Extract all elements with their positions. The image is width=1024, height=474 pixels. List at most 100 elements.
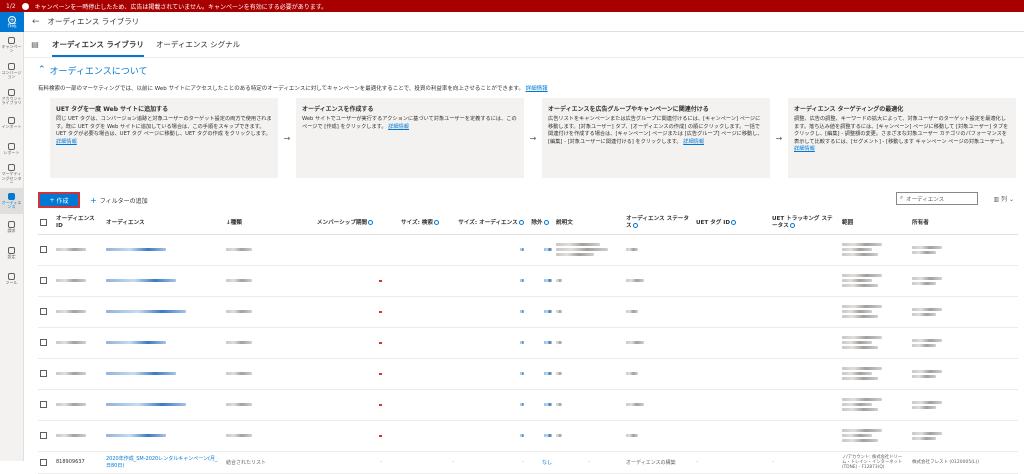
redacted-text bbox=[556, 433, 562, 437]
redacted-text bbox=[912, 245, 942, 249]
redacted-text bbox=[56, 247, 86, 251]
col-exclusion[interactable]: 除外 bbox=[526, 212, 554, 235]
rail-item-marketing[interactable]: マーケティングセンター bbox=[0, 162, 23, 188]
tools-icon bbox=[8, 272, 15, 280]
col-size-audience[interactable]: サイズ: オーディエンス bbox=[456, 212, 526, 235]
col-audience[interactable]: オーディエンス bbox=[104, 212, 224, 235]
redacted-text bbox=[626, 371, 638, 375]
redacted-text bbox=[106, 340, 166, 344]
conversion-icon bbox=[8, 62, 15, 70]
row-checkbox[interactable] bbox=[40, 370, 47, 377]
col-type[interactable]: ↓種類 bbox=[224, 212, 306, 235]
help-icon[interactable] bbox=[789, 222, 795, 228]
about-more-link[interactable]: 詳細情報 bbox=[526, 86, 548, 92]
redacted-text bbox=[226, 309, 252, 313]
table-row[interactable]: 818909637 2020年作成_SM-2020レンタルキャンペーン(月_日8… bbox=[38, 451, 1018, 474]
redacted-text bbox=[226, 371, 252, 375]
col-status[interactable]: オーディエンス ステータス bbox=[624, 212, 694, 235]
rail-item-campaign[interactable]: キャンペーン bbox=[0, 32, 23, 58]
search-input[interactable]: オーディエンス bbox=[906, 195, 944, 203]
table-row[interactable] bbox=[38, 327, 1018, 359]
redacted-text bbox=[520, 309, 524, 313]
redacted-text bbox=[626, 278, 644, 282]
rail-item-report[interactable]: レポート bbox=[0, 136, 23, 162]
arrow-right-icon: → bbox=[775, 133, 783, 143]
row-checkbox[interactable] bbox=[40, 277, 47, 284]
row-checkbox[interactable] bbox=[40, 458, 47, 466]
arrow-right-icon: → bbox=[283, 133, 291, 143]
table-row[interactable] bbox=[38, 265, 1018, 297]
help-icon[interactable] bbox=[632, 222, 638, 228]
col-audience-id[interactable]: オーディエンス ID bbox=[54, 212, 104, 235]
plus-icon: + bbox=[8, 15, 16, 24]
redacted-text bbox=[106, 402, 186, 406]
rail-item-settings[interactable]: 設定 bbox=[0, 240, 23, 266]
redacted-text bbox=[56, 340, 86, 344]
columns-button[interactable]: ▥ 列 ⌄ bbox=[993, 194, 1014, 203]
redacted-text bbox=[626, 340, 644, 344]
create-button[interactable]: + 作成 bbox=[38, 192, 80, 208]
redacted-text bbox=[520, 247, 524, 251]
row-checkbox[interactable] bbox=[40, 432, 47, 439]
cell-exclusion[interactable]: なし bbox=[526, 451, 554, 474]
cell-size-audience: - bbox=[456, 451, 526, 474]
left-rail: + 作成 キャンペーン コンバージョン アカウントライブラリ インポート レポー… bbox=[0, 12, 24, 461]
table-row[interactable] bbox=[38, 389, 1018, 421]
redacted-text bbox=[520, 371, 524, 375]
redacted-text bbox=[544, 433, 552, 437]
rail-item-audience[interactable]: オーディエンス bbox=[0, 188, 23, 214]
rail-item-billing[interactable]: 請求 bbox=[0, 214, 23, 240]
card-more-link[interactable]: 詳細情報 bbox=[683, 139, 704, 145]
search-box[interactable]: ⌕ オーディエンス bbox=[896, 192, 978, 205]
cell-name[interactable]: 2020年作成_SM-2020レンタルキャンペーン(月_日80日) bbox=[104, 451, 224, 474]
redacted-text bbox=[556, 243, 600, 246]
about-toggle[interactable]: ⌃ オーディエンスについて bbox=[38, 62, 1018, 78]
redacted-text bbox=[556, 309, 562, 313]
col-size-search[interactable]: サイズ: 検索 bbox=[384, 212, 456, 235]
panel-toggle-icon[interactable]: ▤ bbox=[24, 31, 46, 57]
rail-item-conversion[interactable]: コンバージョン bbox=[0, 58, 23, 84]
rail-create-button[interactable]: + 作成 bbox=[0, 12, 24, 32]
select-all-checkbox[interactable] bbox=[40, 219, 47, 226]
help-icon[interactable] bbox=[434, 219, 439, 225]
rail-item-import[interactable]: インポート bbox=[0, 110, 23, 136]
rail-item-library[interactable]: アカウントライブラリ bbox=[0, 84, 23, 110]
col-scope[interactable]: 範囲 bbox=[840, 212, 910, 235]
table-header: オーディエンス ID オーディエンス ↓種類 メンバーシップ期間 サイズ: 検索… bbox=[38, 212, 1018, 235]
table-row[interactable] bbox=[38, 420, 1018, 452]
redacted-text bbox=[226, 278, 252, 282]
help-icon[interactable] bbox=[518, 219, 524, 225]
col-owner[interactable]: 所有者 bbox=[910, 212, 1018, 235]
row-checkbox[interactable] bbox=[40, 339, 47, 346]
back-arrow-icon[interactable]: ← bbox=[32, 17, 40, 27]
cell-membership: - bbox=[306, 451, 384, 474]
card-more-link[interactable]: 詳細情報 bbox=[56, 139, 77, 145]
alert-counter[interactable]: 1/2 bbox=[6, 3, 16, 10]
table-row[interactable] bbox=[38, 234, 1018, 266]
table-row[interactable] bbox=[38, 358, 1018, 390]
plus-icon: + bbox=[49, 196, 55, 204]
help-icon[interactable] bbox=[731, 219, 736, 225]
col-membership[interactable]: メンバーシップ期間 bbox=[306, 212, 384, 235]
redacted-text bbox=[912, 436, 936, 440]
tab-audience-library[interactable]: オーディエンス ライブラリ bbox=[46, 39, 150, 57]
add-filter-button[interactable]: + フィルターの追加 bbox=[90, 196, 148, 205]
redacted-text bbox=[912, 374, 936, 378]
col-uet-id[interactable]: UET タグ ID bbox=[694, 212, 770, 235]
search-icon: ⌕ bbox=[900, 195, 904, 201]
columns-icon: ▥ bbox=[993, 196, 1000, 203]
rail-item-tools[interactable]: ツール bbox=[0, 266, 23, 292]
row-checkbox[interactable] bbox=[40, 401, 47, 408]
col-uet-status[interactable]: UET トラッキング ステータス bbox=[770, 212, 840, 235]
card-more-link[interactable]: 詳細情報 bbox=[388, 124, 409, 130]
card-more-link[interactable]: 詳細情報 bbox=[794, 146, 815, 152]
redacted-text bbox=[626, 247, 638, 251]
tab-audience-signal[interactable]: オーディエンス シグナル bbox=[150, 39, 246, 57]
help-icon[interactable] bbox=[368, 219, 374, 225]
row-checkbox[interactable] bbox=[40, 246, 47, 253]
redacted-text bbox=[842, 403, 872, 406]
table-row[interactable] bbox=[38, 296, 1018, 328]
row-checkbox[interactable] bbox=[40, 308, 47, 315]
col-description[interactable]: 説明文 bbox=[554, 212, 624, 235]
help-icon[interactable] bbox=[543, 219, 549, 225]
